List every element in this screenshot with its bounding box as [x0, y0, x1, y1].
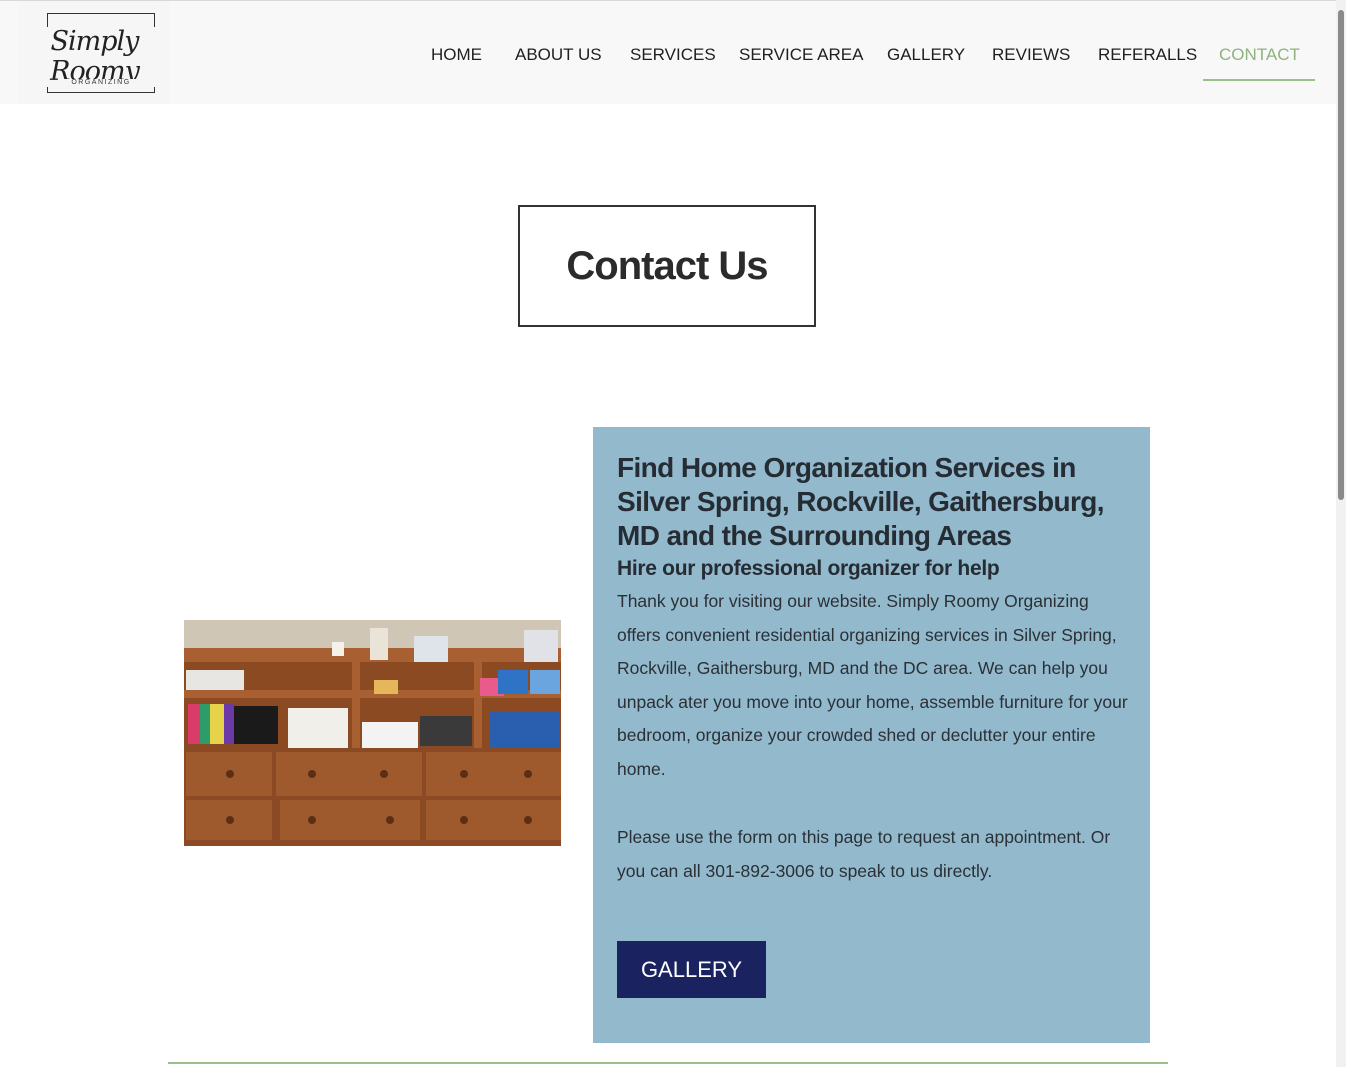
site-header: Simply Roomy ORGANIZING HOME ABOUT US SE… [0, 1, 1336, 104]
dresser-photo [184, 620, 561, 846]
logo-subtitle: ORGANIZING [59, 79, 143, 86]
nav-active-underline [1203, 79, 1315, 81]
page-title: Contact Us [566, 243, 768, 288]
nav-service-area[interactable]: SERVICE AREA [739, 45, 863, 65]
panel-heading: Find Home Organization Services in Silve… [617, 452, 1105, 551]
nav-services[interactable]: SERVICES [630, 45, 716, 65]
dresser-illustration [184, 620, 561, 846]
nav-referalls[interactable]: REFERALLS [1098, 45, 1197, 65]
nav-home[interactable]: HOME [431, 45, 482, 65]
panel-paragraph-1: Thank you for visiting our website. Simp… [617, 591, 1128, 779]
nav-about-us[interactable]: ABOUT US [515, 45, 602, 65]
info-panel: Find Home Organization Services in Silve… [593, 427, 1150, 1043]
nav-reviews[interactable]: REVIEWS [992, 45, 1070, 65]
nav-gallery[interactable]: GALLERY [887, 45, 965, 65]
gallery-button[interactable]: GALLERY [617, 941, 766, 998]
page-title-box: Contact Us [518, 205, 816, 327]
nav-contact[interactable]: CONTACT [1219, 45, 1300, 65]
section-divider [168, 1062, 1168, 1064]
panel-paragraph-2: Please use the form on this page to requ… [617, 827, 1111, 881]
panel-subheading: Hire our professional organizer for help [617, 557, 1000, 580]
site-logo[interactable]: Simply Roomy ORGANIZING [19, 1, 170, 104]
logo-script-text: Simply Roomy [22, 27, 167, 87]
scrollbar-thumb[interactable] [1338, 10, 1344, 500]
